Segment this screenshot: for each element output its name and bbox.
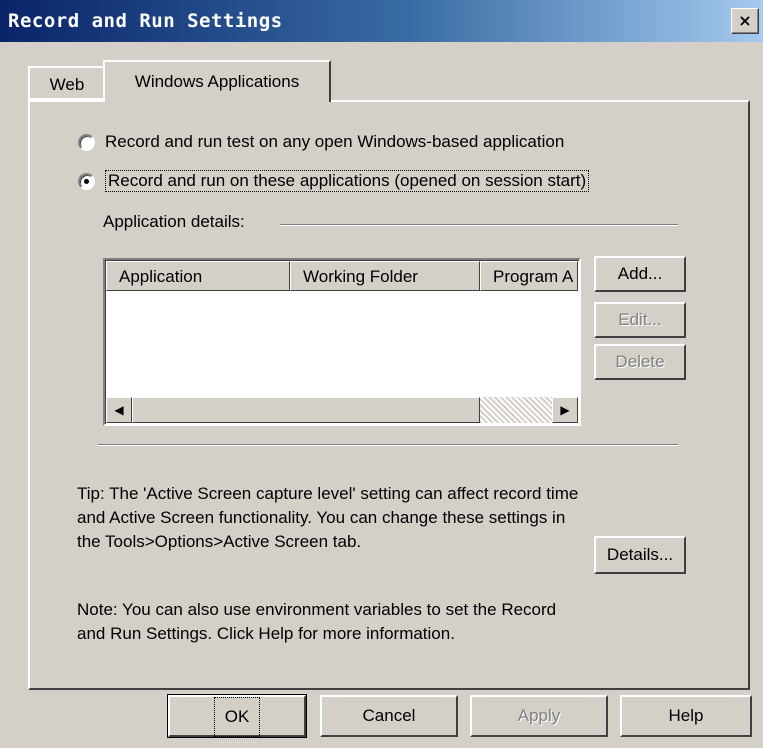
note-line-1: Note: You can also use environment varia… <box>77 600 557 619</box>
scroll-right-button[interactable]: ▶ <box>552 397 578 423</box>
scroll-left-icon: ◀ <box>114 403 124 417</box>
application-details-label: Application details: <box>103 212 245 231</box>
option-any-application[interactable]: Record and run test on any open Windows-… <box>78 129 564 155</box>
cancel-button[interactable]: Cancel <box>320 695 458 737</box>
apply-button[interactable]: Apply <box>470 695 608 737</box>
tab-windows-applications[interactable]: Windows Applications <box>103 60 331 102</box>
list-header: Application Working Folder Program A <box>106 261 578 291</box>
note-text: Note: You can also use environment varia… <box>77 598 556 646</box>
scroll-left-button[interactable]: ◀ <box>106 397 132 423</box>
column-header-program-arguments[interactable]: Program A <box>480 261 578 291</box>
help-button[interactable]: Help <box>620 695 752 737</box>
ok-button[interactable]: OK <box>167 694 307 738</box>
edit-button[interactable]: Edit... <box>594 302 686 338</box>
close-button[interactable]: × <box>731 8 759 34</box>
close-icon: × <box>738 11 752 30</box>
group-divider-bottom <box>98 444 678 446</box>
tip-line-1: Tip: The 'Active Screen capture level' s… <box>77 484 579 503</box>
horizontal-scrollbar[interactable]: ◀ ▶ <box>106 397 578 423</box>
window-title: Record and Run Settings <box>8 10 283 32</box>
scroll-thumb[interactable] <box>132 397 480 423</box>
tip-text: Tip: The 'Active Screen capture level' s… <box>77 482 578 554</box>
scroll-right-icon: ▶ <box>560 403 570 417</box>
radio-these-applications[interactable] <box>78 172 95 190</box>
group-divider-top <box>280 224 678 226</box>
option-these-applications[interactable]: Record and run on these applications (op… <box>78 168 590 194</box>
tip-line-2: and Active Screen functionality. You can… <box>77 508 566 527</box>
details-button[interactable]: Details... <box>594 536 686 574</box>
option-these-applications-label: Record and run on these applications (op… <box>105 170 590 192</box>
application-list[interactable]: Application Working Folder Program A ◀ ▶ <box>103 258 581 426</box>
tip-line-3: the Tools>Options>Active Screen tab. <box>77 532 362 551</box>
column-header-application[interactable]: Application <box>106 261 290 291</box>
delete-button[interactable]: Delete <box>594 344 686 380</box>
title-bar: Record and Run Settings × <box>0 0 763 42</box>
note-line-2: and Run Settings. Click Help for more in… <box>77 624 455 643</box>
add-button[interactable]: Add... <box>594 256 686 292</box>
option-any-application-label: Record and run test on any open Windows-… <box>105 132 565 151</box>
ok-button-label: OK <box>213 697 261 737</box>
tab-web[interactable]: Web <box>28 66 106 100</box>
column-header-working-folder[interactable]: Working Folder <box>290 261 480 291</box>
radio-any-application[interactable] <box>78 133 95 151</box>
scroll-track[interactable] <box>132 397 552 423</box>
